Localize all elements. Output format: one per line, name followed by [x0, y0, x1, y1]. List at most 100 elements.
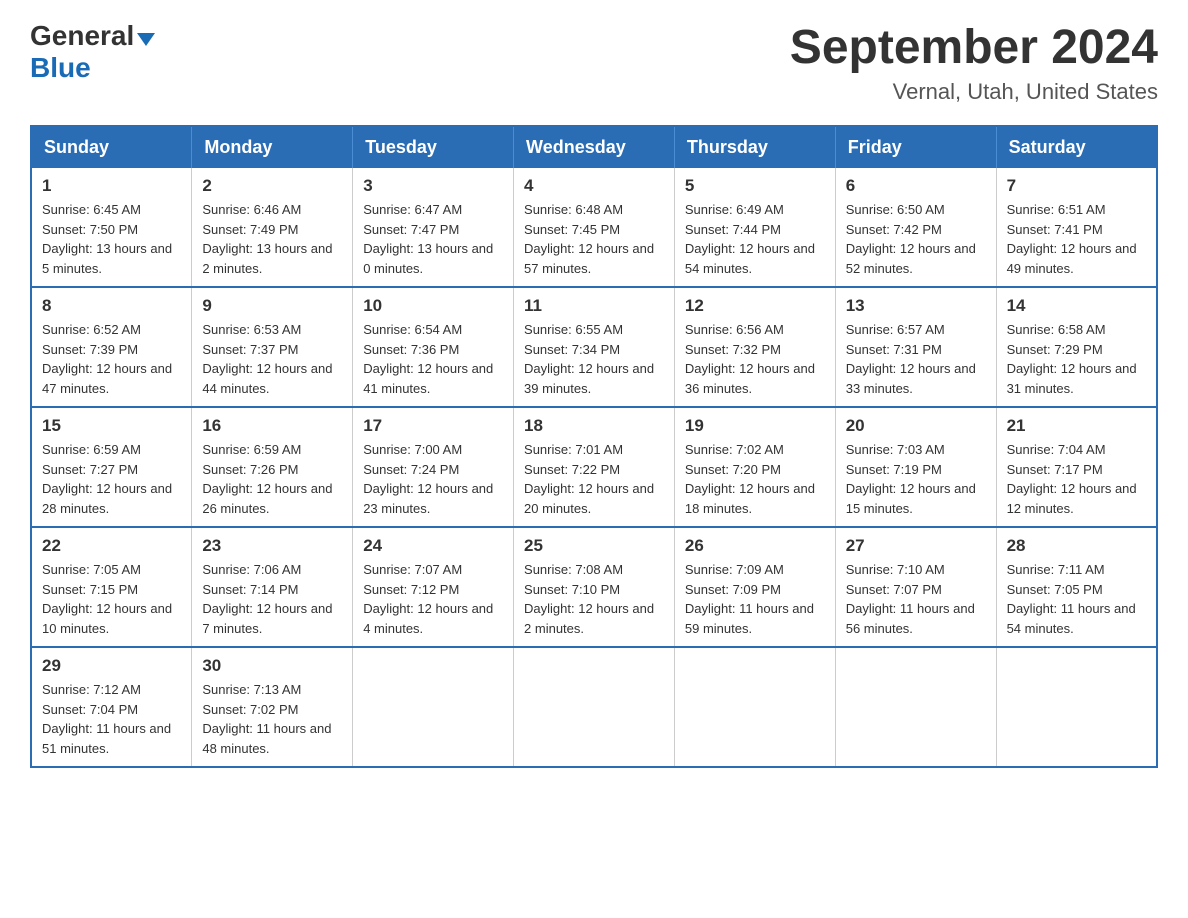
day-info: Sunrise: 7:12 AMSunset: 7:04 PMDaylight:… [42, 680, 181, 758]
calendar-cell: 14 Sunrise: 6:58 AMSunset: 7:29 PMDayligh… [996, 287, 1157, 407]
title-section: September 2024 Vernal, Utah, United Stat… [790, 20, 1158, 105]
calendar-cell: 16Sunrise: 6:59 AMSunset: 7:26 PMDayligh… [192, 407, 353, 527]
day-info: Sunrise: 6:52 AMSunset: 7:39 PMDaylight:… [42, 320, 181, 398]
day-number: 16 [202, 416, 342, 436]
day-info: Sunrise: 7:10 AMSunset: 7:07 PMDaylight:… [846, 560, 986, 638]
calendar-cell: 13 Sunrise: 6:57 AMSunset: 7:31 PMDayligh… [835, 287, 996, 407]
day-info: Sunrise: 7:08 AMSunset: 7:10 PMDaylight:… [524, 560, 664, 638]
day-number: 17 [363, 416, 503, 436]
calendar-cell: 19Sunrise: 7:02 AMSunset: 7:20 PMDayligh… [674, 407, 835, 527]
page-header: General Blue September 2024 Vernal, Utah… [30, 20, 1158, 105]
calendar-cell: 10Sunrise: 6:54 AMSunset: 7:36 PMDayligh… [353, 287, 514, 407]
day-info: Sunrise: 7:09 AMSunset: 7:09 PMDaylight:… [685, 560, 825, 638]
calendar-cell: 12Sunrise: 6:56 AMSunset: 7:32 PMDayligh… [674, 287, 835, 407]
day-info: Sunrise: 7:00 AMSunset: 7:24 PMDaylight:… [363, 440, 503, 518]
day-info: Sunrise: 6:53 AMSunset: 7:37 PMDaylight:… [202, 320, 342, 398]
day-info: Sunrise: 6:58 AMSunset: 7:29 PMDaylight:… [1007, 320, 1146, 398]
day-number: 9 [202, 296, 342, 316]
main-title: September 2024 [790, 20, 1158, 75]
calendar-cell [514, 647, 675, 767]
subtitle: Vernal, Utah, United States [790, 79, 1158, 105]
day-header-sunday: Sunday [31, 126, 192, 168]
day-number: 10 [363, 296, 503, 316]
day-number: 20 [846, 416, 986, 436]
calendar-cell: 5Sunrise: 6:49 AMSunset: 7:44 PMDaylight… [674, 168, 835, 287]
day-number: 25 [524, 536, 664, 556]
calendar-cell: 15 Sunrise: 6:59 AMSunset: 7:27 PMDayligh… [31, 407, 192, 527]
calendar-cell: 4 Sunrise: 6:48 AMSunset: 7:45 PMDaylight… [514, 168, 675, 287]
logo: General Blue [30, 20, 155, 84]
day-number: 13 [846, 296, 986, 316]
logo-blue-text: Blue [30, 52, 91, 84]
calendar-cell: 3 Sunrise: 6:47 AMSunset: 7:47 PMDaylight… [353, 168, 514, 287]
calendar-cell: 18 Sunrise: 7:01 AMSunset: 7:22 PMDayligh… [514, 407, 675, 527]
day-number: 26 [685, 536, 825, 556]
day-info: Sunrise: 6:46 AMSunset: 7:49 PMDaylight:… [202, 200, 342, 278]
calendar-cell: 28 Sunrise: 7:11 AMSunset: 7:05 PMDayligh… [996, 527, 1157, 647]
week-row-3: 15 Sunrise: 6:59 AMSunset: 7:27 PMDayligh… [31, 407, 1157, 527]
day-info: Sunrise: 6:50 AMSunset: 7:42 PMDaylight:… [846, 200, 986, 278]
day-number: 15 [42, 416, 181, 436]
calendar-cell: 6 Sunrise: 6:50 AMSunset: 7:42 PMDaylight… [835, 168, 996, 287]
day-number: 29 [42, 656, 181, 676]
day-header-tuesday: Tuesday [353, 126, 514, 168]
calendar-cell [835, 647, 996, 767]
calendar-cell: 2Sunrise: 6:46 AMSunset: 7:49 PMDaylight… [192, 168, 353, 287]
calendar-cell: 22 Sunrise: 7:05 AMSunset: 7:15 PMDayligh… [31, 527, 192, 647]
day-number: 11 [524, 296, 664, 316]
day-info: Sunrise: 7:06 AMSunset: 7:14 PMDaylight:… [202, 560, 342, 638]
day-number: 28 [1007, 536, 1146, 556]
calendar-cell: 9 Sunrise: 6:53 AMSunset: 7:37 PMDaylight… [192, 287, 353, 407]
day-number: 5 [685, 176, 825, 196]
calendar-cell: 21 Sunrise: 7:04 AMSunset: 7:17 PMDayligh… [996, 407, 1157, 527]
calendar-cell [996, 647, 1157, 767]
calendar-cell: 27 Sunrise: 7:10 AMSunset: 7:07 PMDayligh… [835, 527, 996, 647]
logo-general-text: General [30, 20, 134, 52]
calendar-cell: 7 Sunrise: 6:51 AMSunset: 7:41 PMDaylight… [996, 168, 1157, 287]
day-number: 4 [524, 176, 664, 196]
logo-triangle-icon [137, 33, 155, 46]
day-info: Sunrise: 7:05 AMSunset: 7:15 PMDaylight:… [42, 560, 181, 638]
week-row-5: 29 Sunrise: 7:12 AMSunset: 7:04 PMDayligh… [31, 647, 1157, 767]
day-number: 18 [524, 416, 664, 436]
day-info: Sunrise: 6:47 AMSunset: 7:47 PMDaylight:… [363, 200, 503, 278]
day-number: 23 [202, 536, 342, 556]
day-info: Sunrise: 7:13 AMSunset: 7:02 PMDaylight:… [202, 680, 342, 758]
day-number: 30 [202, 656, 342, 676]
calendar-cell [353, 647, 514, 767]
day-number: 19 [685, 416, 825, 436]
day-number: 21 [1007, 416, 1146, 436]
day-number: 3 [363, 176, 503, 196]
day-number: 22 [42, 536, 181, 556]
calendar-cell: 11 Sunrise: 6:55 AMSunset: 7:34 PMDayligh… [514, 287, 675, 407]
calendar-table: SundayMondayTuesdayWednesdayThursdayFrid… [30, 125, 1158, 768]
day-info: Sunrise: 6:45 AMSunset: 7:50 PMDaylight:… [42, 200, 181, 278]
calendar-cell: 20Sunrise: 7:03 AMSunset: 7:19 PMDayligh… [835, 407, 996, 527]
day-info: Sunrise: 6:57 AMSunset: 7:31 PMDaylight:… [846, 320, 986, 398]
day-info: Sunrise: 6:48 AMSunset: 7:45 PMDaylight:… [524, 200, 664, 278]
week-row-4: 22 Sunrise: 7:05 AMSunset: 7:15 PMDayligh… [31, 527, 1157, 647]
day-number: 7 [1007, 176, 1146, 196]
day-number: 6 [846, 176, 986, 196]
day-info: Sunrise: 6:55 AMSunset: 7:34 PMDaylight:… [524, 320, 664, 398]
calendar-cell: 17 Sunrise: 7:00 AMSunset: 7:24 PMDayligh… [353, 407, 514, 527]
day-info: Sunrise: 6:59 AMSunset: 7:27 PMDaylight:… [42, 440, 181, 518]
day-header-wednesday: Wednesday [514, 126, 675, 168]
day-info: Sunrise: 7:11 AMSunset: 7:05 PMDaylight:… [1007, 560, 1146, 638]
day-info: Sunrise: 7:04 AMSunset: 7:17 PMDaylight:… [1007, 440, 1146, 518]
day-info: Sunrise: 6:51 AMSunset: 7:41 PMDaylight:… [1007, 200, 1146, 278]
calendar-cell: 30 Sunrise: 7:13 AMSunset: 7:02 PMDayligh… [192, 647, 353, 767]
day-number: 14 [1007, 296, 1146, 316]
week-row-2: 8Sunrise: 6:52 AMSunset: 7:39 PMDaylight… [31, 287, 1157, 407]
days-header-row: SundayMondayTuesdayWednesdayThursdayFrid… [31, 126, 1157, 168]
day-info: Sunrise: 7:07 AMSunset: 7:12 PMDaylight:… [363, 560, 503, 638]
day-header-monday: Monday [192, 126, 353, 168]
calendar-cell: 26 Sunrise: 7:09 AMSunset: 7:09 PMDayligh… [674, 527, 835, 647]
calendar-cell: 23 Sunrise: 7:06 AMSunset: 7:14 PMDayligh… [192, 527, 353, 647]
day-info: Sunrise: 7:01 AMSunset: 7:22 PMDaylight:… [524, 440, 664, 518]
day-number: 12 [685, 296, 825, 316]
day-number: 1 [42, 176, 181, 196]
calendar-cell: 1 Sunrise: 6:45 AMSunset: 7:50 PMDaylight… [31, 168, 192, 287]
day-header-saturday: Saturday [996, 126, 1157, 168]
day-number: 27 [846, 536, 986, 556]
